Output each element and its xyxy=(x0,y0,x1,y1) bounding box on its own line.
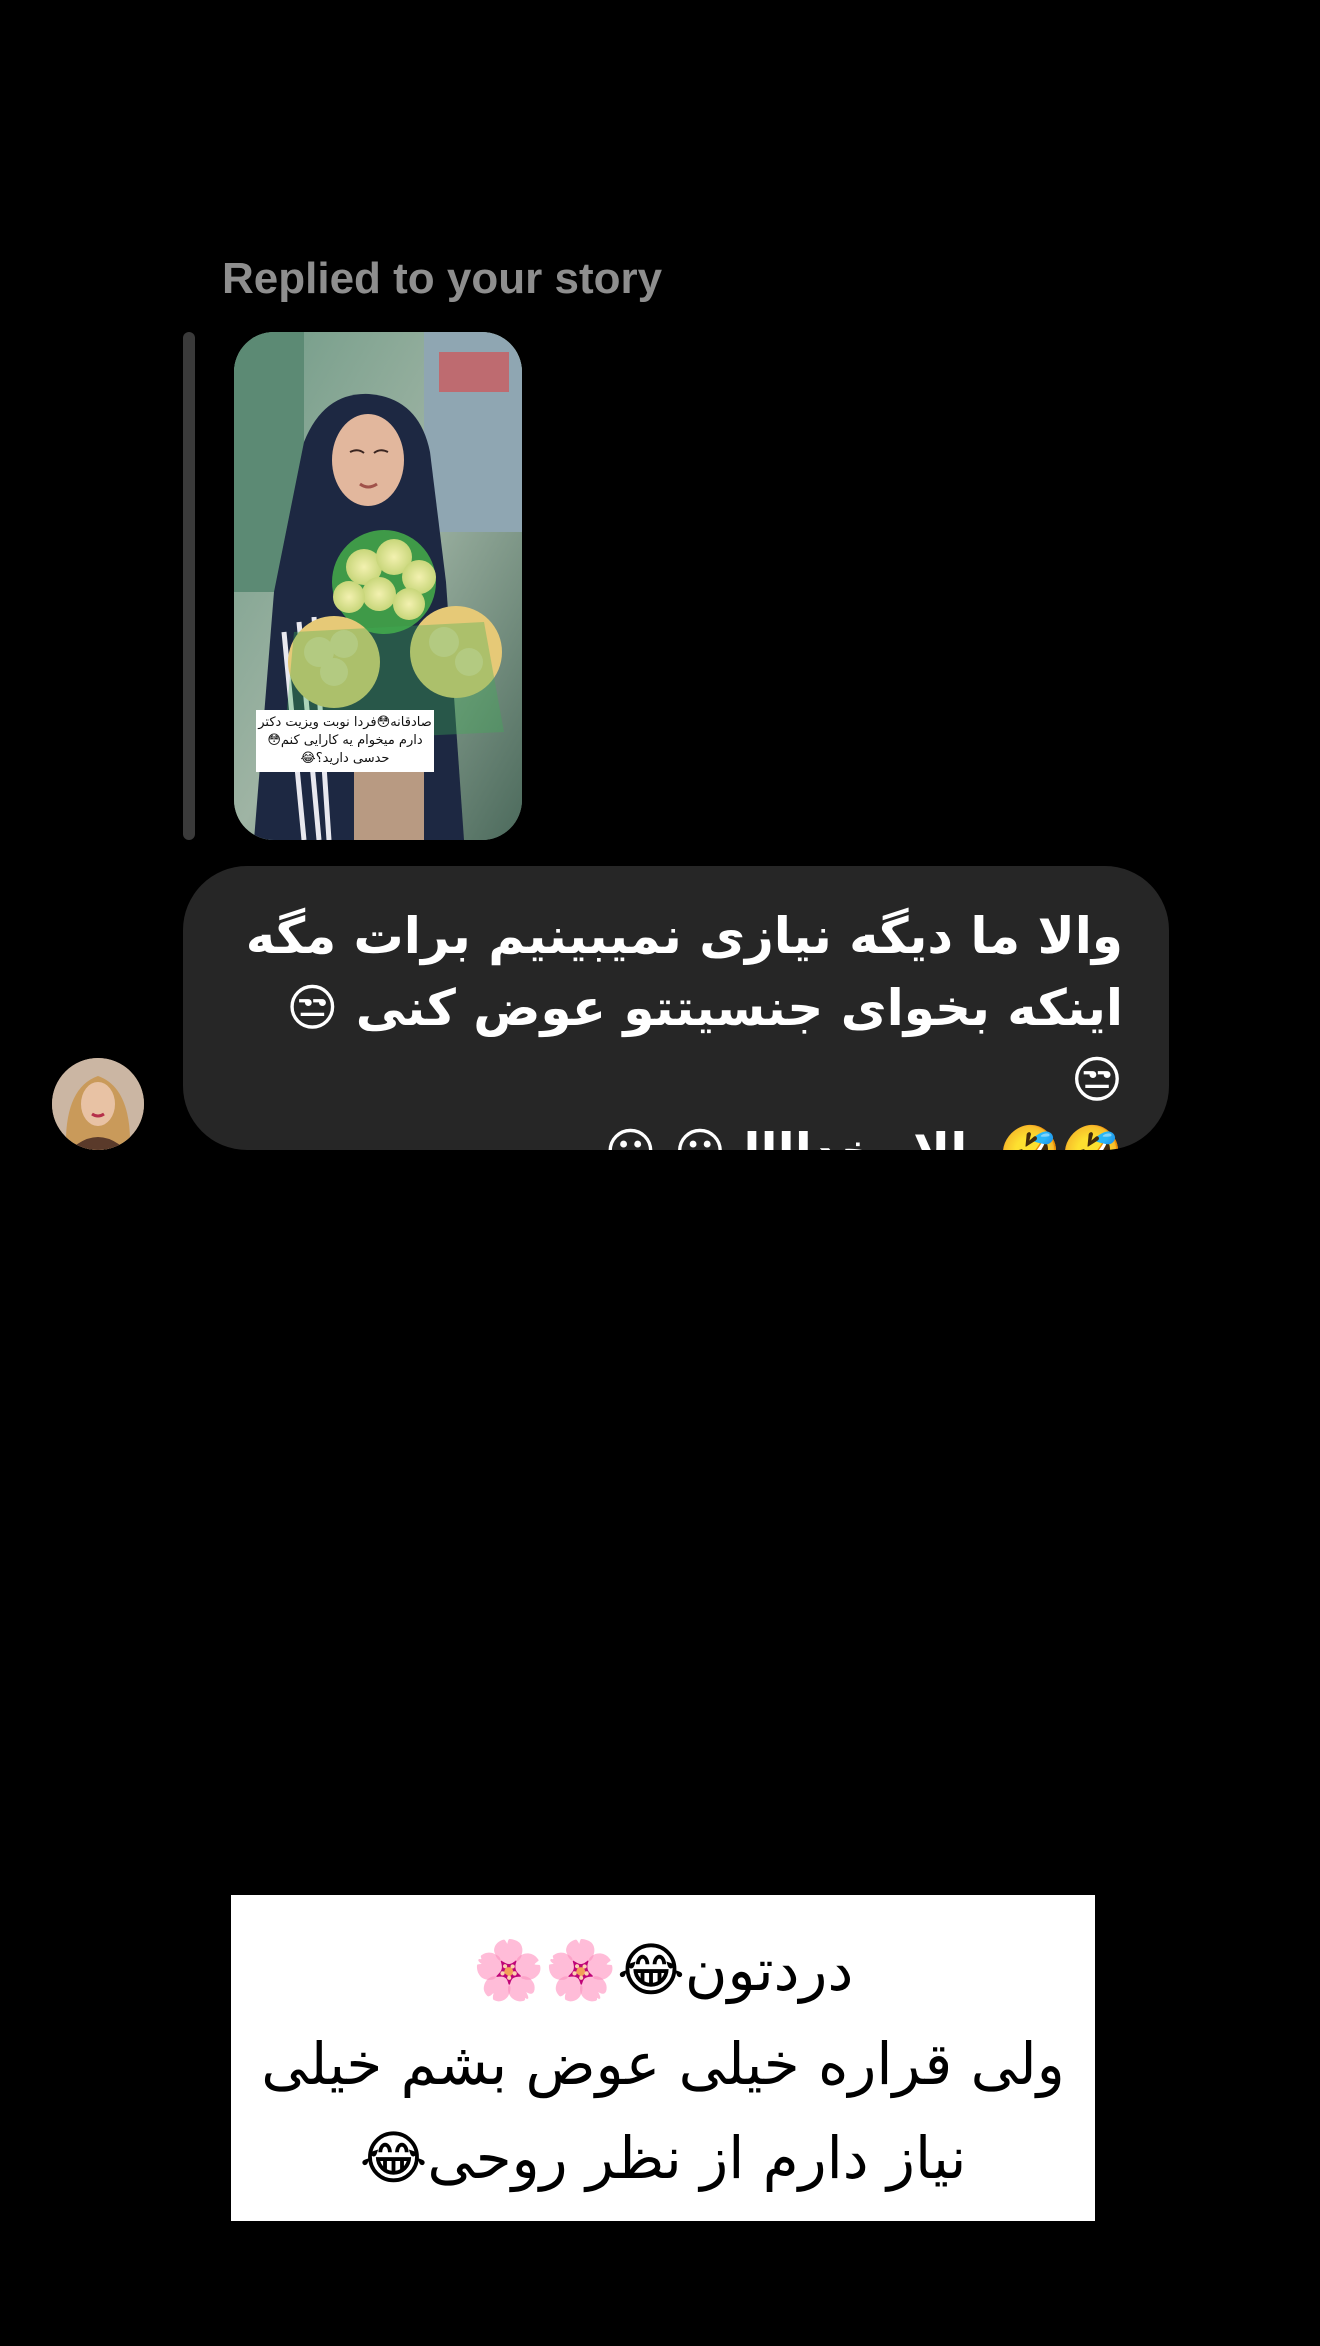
message-bubble[interactable]: والا ما دیگه نیازی نمیبینیم برات مگه این… xyxy=(183,866,1169,1150)
story-thumbnail[interactable]: صادقانه😳فردا نوبت ویزیت دکتر دارم میخوام… xyxy=(234,332,522,840)
message-row: والا ما دیگه نیازی نمیبینیم برات مگه این… xyxy=(0,866,1320,1150)
reply-indicator-bar xyxy=(183,332,195,840)
replied-to-story-label: Replied to your story xyxy=(222,254,663,303)
avatar-photo xyxy=(52,1058,144,1150)
story-thumbnail-caption: صادقانه😳فردا نوبت ویزیت دکتر دارم میخوام… xyxy=(256,710,434,772)
sender-avatar[interactable] xyxy=(52,1058,144,1150)
overlay-caption: دردتون😂🌸🌸 ولی قراره خیلی عوض بشم خیلی نی… xyxy=(231,1895,1095,2221)
